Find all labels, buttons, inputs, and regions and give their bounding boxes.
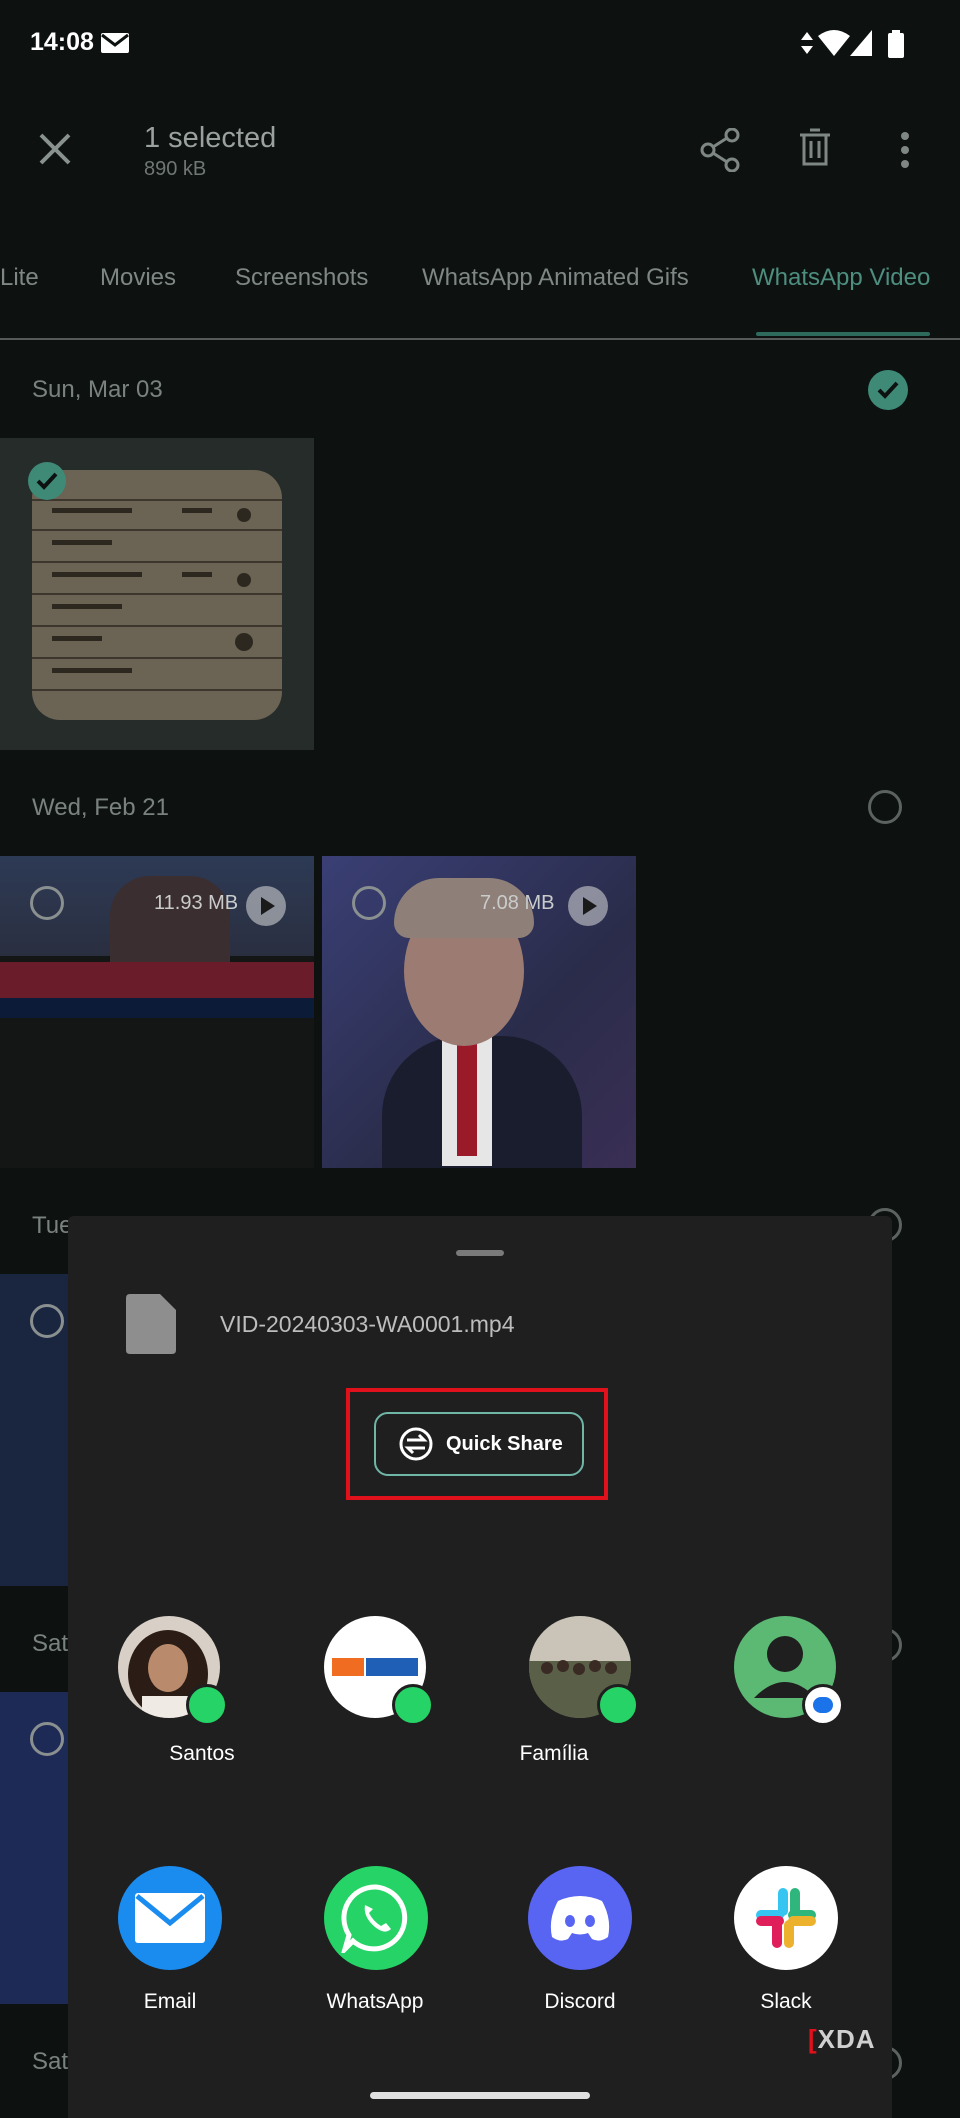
- whatsapp-badge-icon: [186, 1684, 228, 1726]
- news-ticker: [0, 998, 314, 1018]
- contact-label: Família: [519, 1742, 589, 1765]
- status-time: 14:08: [30, 28, 94, 56]
- video-thumbnail[interactable]: 11.93 MB: [0, 856, 314, 1168]
- tab-active-indicator: [756, 332, 930, 336]
- group-select-check[interactable]: [868, 370, 908, 410]
- more-options-icon[interactable]: [898, 130, 912, 170]
- slack-icon: [756, 1888, 816, 1948]
- group-select-circle[interactable]: [868, 790, 902, 824]
- quick-share-icon: [399, 1427, 433, 1461]
- item-select-circle[interactable]: [30, 886, 64, 920]
- sheet-drag-handle[interactable]: [456, 1250, 504, 1256]
- date-header: Sat: [32, 2048, 69, 2075]
- contact-target[interactable]: [529, 1616, 639, 1726]
- selection-size: 890 kB: [144, 158, 207, 180]
- email-app-icon[interactable]: [118, 1866, 222, 1970]
- whatsapp-icon: [341, 1884, 408, 1953]
- whatsapp-badge-icon: [392, 1684, 434, 1726]
- checkmark-icon: [877, 381, 899, 399]
- quick-share-label: Quick Share: [446, 1432, 563, 1455]
- tab-divider: [0, 338, 960, 340]
- tab-movies[interactable]: Movies: [100, 264, 176, 292]
- email-icon: [135, 1893, 205, 1943]
- contact-label: Santos: [169, 1742, 235, 1765]
- shared-file-name: VID-20240303-WA0001.mp4: [220, 1311, 515, 1337]
- data-arrows-icon: [801, 32, 813, 54]
- tab-lite[interactable]: Lite: [0, 264, 39, 292]
- date-header: Sun, Mar 03: [32, 376, 163, 403]
- share-icon[interactable]: [700, 128, 740, 172]
- media-thumbnail-selected[interactable]: [0, 438, 314, 750]
- contact-target[interactable]: [118, 1616, 228, 1726]
- whatsapp-app-icon[interactable]: [324, 1866, 428, 1970]
- ballot-paper-image: [32, 499, 282, 691]
- item-select-circle[interactable]: [30, 1304, 64, 1338]
- video-thumbnail-partial[interactable]: [0, 1274, 68, 1586]
- discord-icon: [550, 1896, 610, 1941]
- video-size: 11.93 MB: [154, 892, 239, 914]
- app-label-slack: Slack: [760, 1990, 812, 2013]
- app-label-discord: Discord: [544, 1990, 616, 2013]
- whatsapp-badge-icon: [597, 1684, 639, 1726]
- delete-icon[interactable]: [798, 128, 832, 168]
- selection-title: 1 selected: [144, 122, 277, 154]
- item-select-circle[interactable]: [30, 1722, 64, 1756]
- home-indicator[interactable]: [370, 2092, 590, 2099]
- contact-target[interactable]: [324, 1616, 434, 1726]
- date-header: Sat: [32, 1630, 69, 1657]
- play-icon: [246, 886, 286, 926]
- date-header: Tue: [32, 1212, 73, 1239]
- gmail-notification-icon: [101, 33, 129, 53]
- item-select-check[interactable]: [28, 462, 66, 500]
- app-label-whatsapp: WhatsApp: [326, 1990, 424, 2013]
- file-icon: [126, 1294, 176, 1354]
- pcdiga-logo: [332, 1658, 418, 1676]
- tab-screenshots[interactable]: Screenshots: [235, 264, 368, 292]
- news-banner: [0, 962, 314, 998]
- quick-share-button[interactable]: Quick Share: [374, 1412, 584, 1476]
- app-label-email: Email: [143, 1990, 197, 2013]
- close-icon[interactable]: [38, 132, 72, 166]
- play-icon: [568, 886, 608, 926]
- video-thumbnail-partial[interactable]: [0, 1692, 68, 2004]
- tab-whatsapp-video[interactable]: WhatsApp Video: [752, 264, 930, 292]
- document-photo: [32, 470, 282, 720]
- date-header: Wed, Feb 21: [32, 794, 169, 821]
- tab-whatsapp-animated-gifs[interactable]: WhatsApp Animated Gifs: [422, 264, 689, 292]
- signal-icon: [850, 30, 872, 56]
- contact-target[interactable]: [734, 1616, 844, 1726]
- checkmark-icon: [36, 472, 58, 490]
- watermark-text: XDA: [817, 2024, 876, 2054]
- watermark: [XDA: [808, 2024, 876, 2054]
- discord-app-icon[interactable]: [528, 1866, 632, 1970]
- slack-app-icon[interactable]: [734, 1866, 838, 1970]
- battery-icon: [888, 30, 904, 58]
- wifi-icon: [818, 30, 850, 56]
- video-thumbnail[interactable]: 7.08 MB: [322, 856, 636, 1168]
- messages-badge-icon: [802, 1684, 844, 1726]
- video-size: 7.08 MB: [480, 892, 555, 914]
- item-select-circle[interactable]: [352, 886, 386, 920]
- person-tie: [457, 1036, 477, 1156]
